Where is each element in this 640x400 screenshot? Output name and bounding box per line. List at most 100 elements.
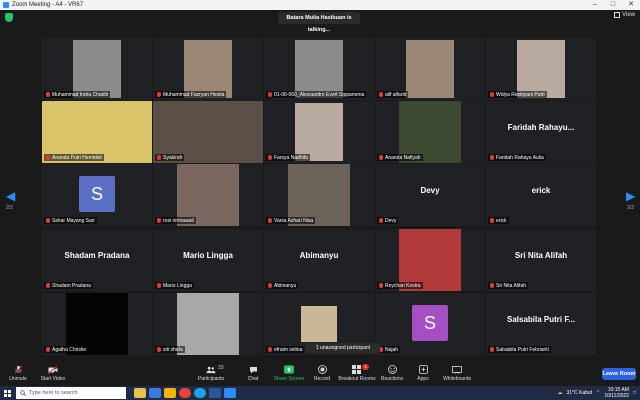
participant-tile[interactable]: Salsabila Putri F... Salsabila Putri Febr… bbox=[486, 293, 596, 355]
clock[interactable]: 10:15 AM 10/11/2022 bbox=[604, 387, 629, 399]
participant-tile[interactable]: Sri Nita Alifah Sri Nita Alifah bbox=[486, 229, 596, 291]
participant-name-bar: Sri Nita Alifah bbox=[488, 282, 529, 289]
notification-icon[interactable]: □ bbox=[633, 390, 636, 396]
participant-tile[interactable]: Shadam Pradana Shadam Pradana bbox=[42, 229, 152, 291]
participant-display-name: Shadam Pradana bbox=[64, 251, 130, 260]
participant-name-bar: Faridah Rahayu Aulia bbox=[488, 154, 546, 161]
word-icon[interactable] bbox=[209, 388, 221, 398]
participant-display-name: erick bbox=[531, 186, 551, 195]
participant-name: Ananda Putri Hemidah bbox=[52, 154, 103, 161]
next-page-icon[interactable]: ▶ bbox=[626, 190, 635, 202]
participant-name: Reychan Kostra bbox=[385, 282, 421, 289]
breakout-badge: 1 bbox=[362, 364, 369, 370]
task-view-icon[interactable] bbox=[149, 388, 161, 398]
participant-tile[interactable]: S Najah bbox=[375, 293, 485, 355]
participant-tile[interactable]: Reychan Kostra bbox=[375, 229, 485, 291]
participant-tile[interactable]: Muhammad Indra Chaidir bbox=[42, 38, 152, 100]
participant-tile[interactable]: Mario Lingga Mario Lingga bbox=[153, 229, 263, 291]
participant-tile[interactable]: Faridah Rahayu... Faridah Rahayu Aulia bbox=[486, 101, 596, 163]
muted-mic-icon bbox=[490, 92, 494, 97]
participant-tile[interactable]: alif alfarid bbox=[375, 38, 485, 100]
whiteboards-button[interactable]: Whiteboards bbox=[437, 365, 477, 382]
participants-button[interactable]: 33 Participants bbox=[191, 365, 231, 382]
participant-name-bar: Devy bbox=[377, 217, 399, 224]
muted-mic-icon bbox=[46, 155, 50, 160]
participant-tile[interactable]: Farsya Nadhifa bbox=[264, 101, 374, 163]
close-icon[interactable]: ✕ bbox=[622, 0, 640, 10]
leave-room-button[interactable]: Leave Room bbox=[602, 368, 636, 380]
participant-video bbox=[177, 293, 239, 355]
participant-tile[interactable]: Ananda Putri Hemidah bbox=[42, 101, 152, 163]
participant-tile[interactable]: S Sekar Mayang Sari bbox=[42, 164, 152, 226]
participant-tile[interactable]: 01-06-060_Alessandro Evert Sippamena bbox=[264, 38, 374, 100]
clock-date: 10/11/2022 bbox=[604, 393, 629, 399]
participant-name: Salsabila Putri Febrianti bbox=[496, 346, 549, 353]
previous-page-icon[interactable]: ◀ bbox=[6, 190, 15, 202]
grid-icon bbox=[614, 12, 621, 18]
muted-mic-icon bbox=[157, 218, 161, 223]
smiley-icon bbox=[387, 365, 397, 374]
participant-tile[interactable]: Abimanyu Abimanyu bbox=[264, 229, 374, 291]
participant-tile[interactable]: Vania Azhari Nisa bbox=[264, 164, 374, 226]
muted-mic-icon bbox=[157, 92, 161, 97]
participant-tile[interactable]: erick erick bbox=[486, 164, 596, 226]
record-label: Record bbox=[313, 376, 331, 382]
participant-name-bar: Reychan Kostra bbox=[377, 282, 423, 289]
search-icon bbox=[20, 390, 26, 396]
avatar: S bbox=[412, 305, 448, 341]
share-screen-label: Share Screen bbox=[273, 376, 305, 382]
chat-button[interactable]: Chat bbox=[233, 365, 273, 382]
participants-icon bbox=[206, 365, 216, 374]
view-button[interactable]: View bbox=[614, 12, 635, 18]
shield-icon[interactable] bbox=[5, 13, 13, 22]
muted-mic-icon bbox=[379, 218, 383, 223]
participant-tile[interactable]: Widya Rezkiyani Putri bbox=[486, 38, 596, 100]
taskbar-search-box[interactable]: Type here to search bbox=[16, 387, 126, 399]
participant-name: Mario Lingga bbox=[163, 282, 192, 289]
unassigned-participant-chip[interactable]: 1 unassigned participant bbox=[306, 343, 380, 353]
participant-tile[interactable]: rosi nirmawati bbox=[153, 164, 263, 226]
participant-name: Widya Rezkiyani Putri bbox=[496, 91, 545, 98]
taskbar-app-icon[interactable] bbox=[134, 388, 146, 398]
participants-label: Participants bbox=[197, 376, 225, 382]
edge-icon[interactable] bbox=[194, 388, 206, 398]
muted-mic-icon bbox=[268, 347, 272, 352]
tray-icons[interactable]: ⌃ bbox=[596, 390, 600, 396]
chrome-icon[interactable] bbox=[179, 388, 191, 398]
participant-tile[interactable]: Syakirah bbox=[153, 101, 263, 163]
participant-tile[interactable]: Devy Devy bbox=[375, 164, 485, 226]
minimize-icon[interactable]: – bbox=[586, 0, 604, 10]
start-video-button[interactable]: Start Video bbox=[33, 365, 73, 382]
whiteboard-icon bbox=[452, 365, 462, 374]
file-explorer-icon[interactable] bbox=[164, 388, 176, 398]
participant-name-bar: Najah bbox=[377, 346, 401, 353]
participant-name-bar: Farsya Nadhifa bbox=[266, 154, 310, 161]
participant-tile[interactable]: Ananda Nafiyah bbox=[375, 101, 485, 163]
participant-tile[interactable]: Agatha Christie bbox=[42, 293, 152, 355]
participant-display-name: Abimanyu bbox=[299, 251, 339, 260]
participant-name-bar: Abimanyu bbox=[266, 282, 299, 289]
zoom-taskbar-icon[interactable] bbox=[224, 388, 236, 398]
participant-name: Muhammad Fazryan Hestia bbox=[163, 91, 225, 98]
participant-name-bar: rosi nirmawati bbox=[155, 217, 196, 224]
unmute-label: Unmute bbox=[9, 376, 27, 382]
weather-text[interactable]: 31°C Kabut bbox=[566, 390, 592, 396]
muted-mic-icon bbox=[268, 283, 272, 288]
participant-name: alif alfarid bbox=[385, 91, 407, 98]
participant-video bbox=[73, 40, 121, 98]
system-tray: ☁ 31°C Kabut ⌃ 10:15 AM 10/11/2022 □ bbox=[557, 387, 636, 399]
windows-start-icon[interactable] bbox=[0, 386, 14, 400]
participant-display-name: Mario Lingga bbox=[183, 251, 233, 260]
whiteboards-label: Whiteboards bbox=[442, 376, 472, 382]
weather-icon: ☁ bbox=[557, 390, 563, 396]
participant-name-bar: Shadam Pradana bbox=[44, 282, 93, 289]
apps-icon bbox=[418, 365, 428, 374]
participant-tile[interactable]: Muhammad Fazryan Hestia bbox=[153, 38, 263, 100]
participant-tile[interactable]: siti shafa bbox=[153, 293, 263, 355]
participant-video bbox=[406, 40, 454, 98]
breakout-rooms-button[interactable]: 1 Breakout Rooms bbox=[337, 364, 377, 382]
maximize-icon[interactable]: □ bbox=[604, 0, 622, 10]
record-button[interactable]: Record bbox=[302, 365, 342, 382]
participant-display-name: Sri Nita Alifah bbox=[514, 251, 568, 260]
muted-mic-icon bbox=[268, 92, 272, 97]
